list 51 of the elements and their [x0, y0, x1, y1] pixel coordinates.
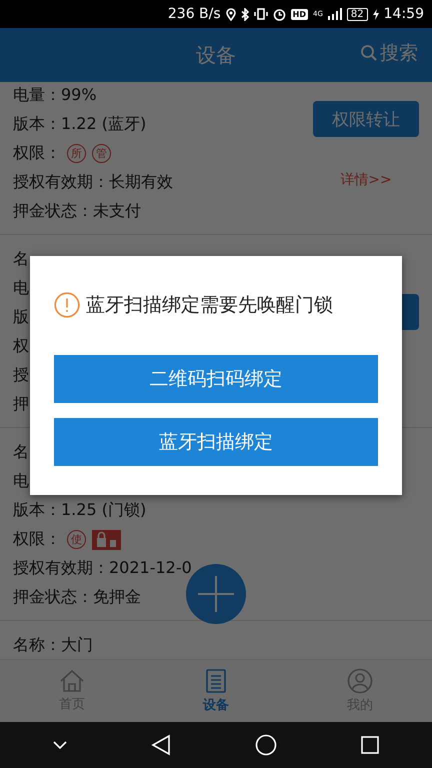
info-text: 版 — [13, 307, 29, 328]
page-title: 设备 — [196, 42, 236, 68]
location-icon — [226, 8, 236, 20]
signal-icon — [328, 8, 342, 20]
recents-icon[interactable] — [360, 735, 380, 755]
tab[interactable]: 设备 — [144, 660, 288, 722]
transfer-permission-button[interactable]: 权限转让 — [313, 101, 419, 137]
home-circle-icon[interactable] — [254, 734, 277, 756]
permission-seal: 使 — [67, 530, 86, 549]
info-text: 版本：1.22 (蓝牙) — [13, 114, 146, 135]
info-text: 权限： — [13, 143, 61, 164]
permission-seal: 所 — [67, 144, 86, 163]
vibrate-icon — [254, 8, 268, 20]
user-icon — [347, 668, 373, 694]
warning-icon — [54, 292, 80, 318]
info-text: 授权有效期：2021-12-0 — [13, 558, 192, 579]
info-text: 版本：1.25 (门锁) — [13, 500, 146, 521]
back-icon[interactable] — [151, 734, 172, 756]
device-card[interactable]: 电量：99% 版本：1.22 (蓝牙) 权限： 所 管 授权有效期：长期有效 押金状态：未支付 权限转让 详情>> — [0, 82, 432, 235]
info-text: 名 — [13, 249, 29, 270]
info-text: 电量：99% — [13, 85, 97, 106]
bluetooth-icon — [240, 8, 249, 20]
bind-button[interactable]: 二维码扫码绑定 — [54, 355, 378, 403]
info-text: 名 — [13, 442, 29, 463]
network-speed: 236 B/s — [168, 6, 221, 22]
info-text: 押金状态：免押金 — [13, 587, 141, 608]
dialog-message: 蓝牙扫描绑定需要先唤醒门锁 — [86, 293, 333, 318]
plus-icon — [198, 576, 234, 612]
info-text: 押 — [13, 394, 29, 415]
search-icon — [360, 44, 378, 62]
clipboard-icon — [205, 668, 227, 694]
hd-badge: HD — [290, 8, 308, 20]
info-text: 授权有效期：长期有效 — [13, 172, 173, 193]
info-text: 名称：大门 — [13, 635, 93, 656]
alarm-icon — [272, 8, 286, 20]
lock-permission-icon — [92, 530, 121, 550]
info-text: 电 — [13, 471, 29, 492]
bind-button[interactable]: 蓝牙扫描绑定 — [54, 418, 378, 466]
permission-seal: 管 — [92, 144, 111, 163]
details-link[interactable]: 详情>> — [340, 171, 392, 189]
battery-level: 82 — [346, 8, 368, 20]
clock: 14:59 — [384, 6, 424, 22]
charging-icon — [372, 8, 379, 20]
search-button[interactable]: 搜索 — [360, 40, 418, 66]
info-text: 押金状态：未支付 — [13, 201, 141, 222]
info-text: 授 — [13, 365, 29, 386]
info-text: 权限： — [13, 529, 61, 550]
home-icon — [59, 669, 85, 693]
info-text: 电 — [13, 278, 29, 299]
chevron-down-icon[interactable] — [52, 740, 68, 750]
info-text: 权 — [13, 336, 29, 357]
